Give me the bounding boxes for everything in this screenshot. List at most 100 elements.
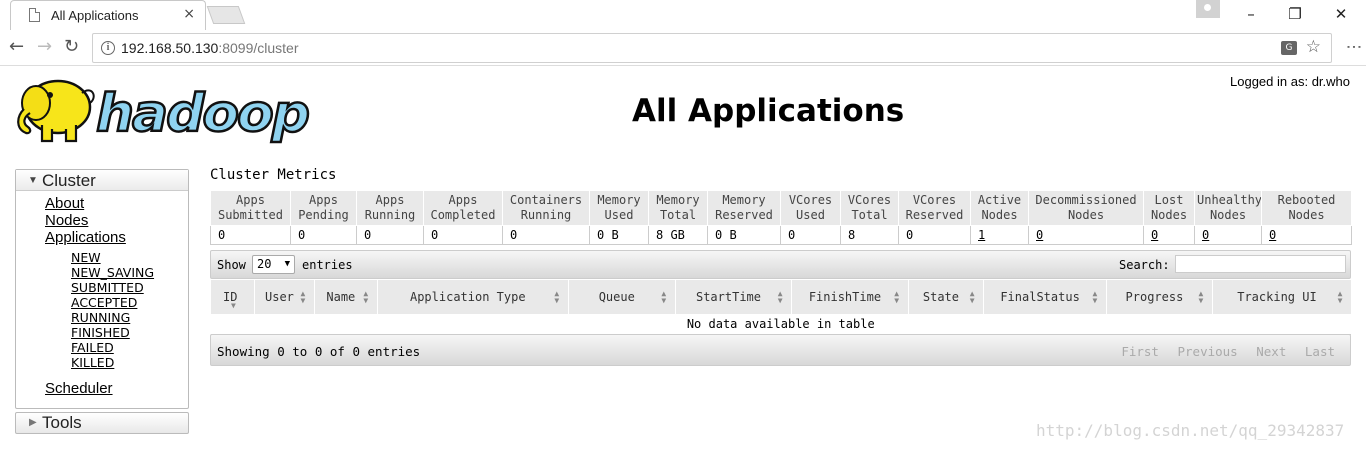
metrics-header-13: Lost Nodes — [1143, 190, 1195, 226]
sidebar-state-running[interactable]: RUNNING — [71, 310, 130, 325]
browser-tabstrip: All Applications × – ❐ ✕ — [0, 0, 1366, 30]
column-header-tracking-ui[interactable]: Tracking UI ▲ ▼ — [1211, 280, 1351, 314]
column-header-application-type[interactable]: Application Type ▲ ▼ — [376, 280, 569, 314]
column-header-starttime[interactable]: StartTime ▲ ▼ — [674, 280, 792, 314]
sidebar-state-failed[interactable]: FAILED — [71, 340, 114, 355]
caret-down-icon: ▼ — [28, 175, 38, 186]
sidebar-state-submitted[interactable]: SUBMITTED — [71, 280, 144, 295]
column-label: StartTime — [695, 290, 761, 304]
sidebar-tools-header[interactable]: ▶ Tools — [15, 412, 189, 434]
sidebar-state-accepted[interactable]: ACCEPTED — [71, 295, 137, 310]
minimize-button[interactable]: – — [1228, 0, 1274, 30]
column-label: FinalStatus — [1000, 290, 1080, 304]
tools-section-title: Tools — [42, 413, 82, 432]
metrics-value-11[interactable]: 1 — [970, 225, 1029, 245]
metrics-value-3: 0 — [423, 225, 503, 245]
page-content: hadoop Logged in as: dr.who All Applicat… — [0, 67, 1366, 452]
pagination: First Previous Next Last — [1110, 344, 1335, 359]
sidebar-state-killed[interactable]: KILLED — [71, 355, 114, 370]
svg-text:hadoop: hadoop — [96, 84, 309, 144]
sidebar-cluster: ▼ Cluster About Nodes Applications NEW N… — [15, 169, 189, 409]
empty-table-message: No data available in table — [210, 314, 1351, 335]
sort-icon: ▲ ▼ — [661, 289, 667, 305]
metrics-header-15: Rebooted Nodes — [1261, 190, 1352, 226]
pager-first-button[interactable]: First — [1121, 344, 1159, 359]
tab-close-icon[interactable]: × — [183, 6, 195, 22]
profile-icon[interactable] — [1196, 0, 1220, 18]
browser-tab[interactable]: All Applications × — [10, 0, 206, 30]
applications-table: ID ▼ User ▲ ▼ Name ▲ ▼ Application Type ▲ ▼ Queue ▲ ▼… — [209, 280, 1351, 335]
metrics-value-13[interactable]: 0 — [1143, 225, 1195, 245]
browser-menu-icon[interactable]: ⋮ — [1345, 39, 1364, 55]
column-header-queue[interactable]: Queue ▲ ▼ — [567, 280, 676, 314]
metrics-value-7: 0 B — [707, 225, 781, 245]
dropdown-arrow-icon: ▼ — [284, 259, 290, 269]
translate-icon[interactable]: G — [1281, 41, 1297, 55]
metrics-header-1: Apps Pending — [290, 190, 357, 226]
column-label: User — [265, 290, 294, 304]
column-label: State — [922, 290, 959, 304]
sort-icon: ▲ ▼ — [300, 289, 306, 305]
page-icon — [29, 8, 40, 22]
address-bar[interactable]: i 192.168.50.130:8099/cluster G ☆ — [92, 33, 1332, 63]
sidebar-link-about[interactable]: About — [45, 195, 84, 212]
pager-previous-button[interactable]: Previous — [1178, 344, 1238, 359]
column-header-finishtime[interactable]: FinishTime ▲ ▼ — [791, 280, 909, 314]
column-header-id[interactable]: ID ▼ — [209, 280, 255, 314]
metrics-header-12: Decommissioned Nodes — [1028, 190, 1144, 226]
column-label: Progress — [1125, 290, 1184, 304]
sidebar-link-scheduler[interactable]: Scheduler — [45, 380, 113, 397]
metrics-value-14[interactable]: 0 — [1194, 225, 1262, 245]
metrics-value-15[interactable]: 0 — [1261, 225, 1352, 245]
metrics-value-8: 0 — [780, 225, 841, 245]
show-label: Show — [217, 258, 246, 272]
url-text[interactable]: 192.168.50.130:8099/cluster — [121, 40, 299, 56]
elephant-icon — [17, 79, 95, 143]
sort-icon: ▲ ▼ — [1198, 289, 1204, 305]
watermark: http://blog.csdn.net/qq_29342837 — [1036, 421, 1345, 440]
reload-icon[interactable]: ↻ — [64, 37, 79, 57]
metrics-value-10: 0 — [898, 225, 971, 245]
new-tab-button[interactable] — [206, 6, 246, 24]
back-arrow-icon[interactable]: ← — [9, 37, 24, 57]
search-input[interactable] — [1175, 255, 1346, 273]
column-header-state[interactable]: State ▲ ▼ — [907, 280, 984, 314]
column-header-finalstatus[interactable]: FinalStatus ▲ ▼ — [983, 280, 1107, 314]
column-header-user[interactable]: User ▲ ▼ — [254, 280, 315, 314]
forward-arrow-icon[interactable]: → — [37, 37, 52, 57]
sort-icon: ▲ ▼ — [554, 289, 560, 305]
column-header-progress[interactable]: Progress ▲ ▼ — [1105, 280, 1213, 314]
sort-icon: ▲ ▼ — [1092, 289, 1098, 305]
column-header-name[interactable]: Name ▲ ▼ — [313, 280, 378, 314]
metrics-header-8: VCores Used — [780, 190, 841, 226]
metrics-value-9: 8 — [840, 225, 899, 245]
caret-right-icon: ▶ — [29, 417, 37, 428]
metrics-value-12[interactable]: 0 — [1028, 225, 1144, 245]
metrics-value-0: 0 — [210, 225, 291, 245]
cluster-section-title: Cluster — [42, 171, 96, 190]
maximize-button[interactable]: ❐ — [1272, 0, 1318, 30]
entries-label: entries — [302, 258, 353, 272]
sidebar-state-finished[interactable]: FINISHED — [71, 325, 130, 340]
sidebar-state-new-saving[interactable]: NEW_SAVING — [71, 265, 154, 280]
sidebar-state-new[interactable]: NEW — [71, 250, 101, 265]
sort-desc-icon: ▼ — [231, 301, 236, 310]
sidebar-link-applications[interactable]: Applications — [45, 229, 126, 246]
close-window-button[interactable]: ✕ — [1318, 0, 1364, 30]
metrics-header-7: Memory Reserved — [707, 190, 781, 226]
pager-next-button[interactable]: Next — [1256, 344, 1286, 359]
metrics-header-3: Apps Completed — [423, 190, 503, 226]
table-info: Showing 0 to 0 of 0 entries — [217, 344, 421, 359]
hadoop-logo[interactable]: hadoop — [14, 73, 316, 151]
info-icon[interactable]: i — [101, 41, 115, 55]
metrics-value-1: 0 — [290, 225, 357, 245]
metrics-header-9: VCores Total — [840, 190, 899, 226]
cluster-section-header[interactable]: ▼ Cluster — [16, 170, 188, 191]
page-size-value: 20 — [257, 257, 272, 271]
sort-icon: ▲ ▼ — [894, 289, 900, 305]
metrics-header-10: VCores Reserved — [898, 190, 971, 226]
bookmark-star-icon[interactable]: ☆ — [1306, 37, 1321, 57]
pager-last-button[interactable]: Last — [1305, 344, 1335, 359]
page-size-select[interactable]: 20 ▼ — [252, 255, 295, 274]
sidebar-link-nodes[interactable]: Nodes — [45, 212, 88, 229]
